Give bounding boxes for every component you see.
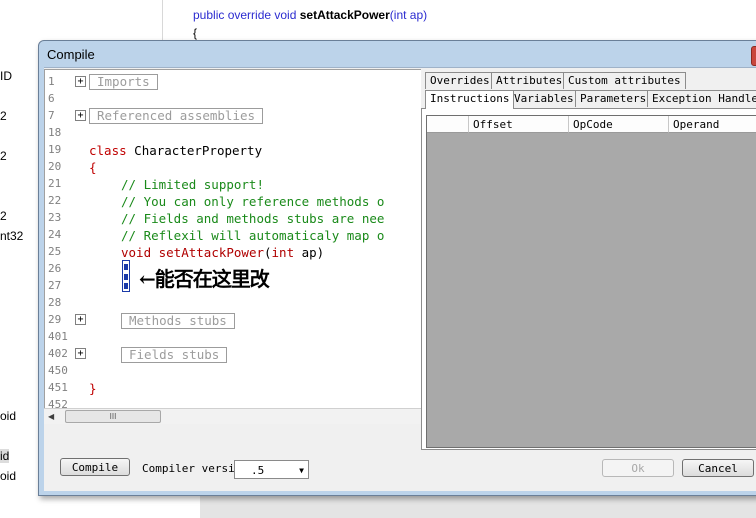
method-name: setAttackPower (151, 245, 264, 260)
chevron-down-icon: ▼ (299, 466, 304, 475)
grid-header-operand[interactable]: Operand (669, 116, 756, 133)
compiler-version-value: .5 (251, 464, 265, 477)
background-divider (162, 0, 163, 40)
bg-label: nt32 (0, 229, 24, 243)
background-member-list: ID 2 2 2 nt32 oid id oid (0, 0, 40, 518)
region-referenced-assemblies[interactable]: Referenced assemblies (89, 108, 264, 124)
region-imports[interactable]: Imports (89, 74, 158, 90)
dialog-title: Compile (47, 47, 95, 62)
text-selection-marker (122, 260, 130, 292)
line-number: 19 (48, 143, 62, 156)
line-number: 401 (48, 330, 68, 343)
grid-header-opcode[interactable]: OpCode (569, 116, 669, 133)
expand-icon[interactable]: + (75, 314, 86, 325)
bg-label: id (0, 449, 10, 463)
instructions-tab-body: Offset OpCode Operand (421, 108, 756, 450)
region-fields-stubs[interactable]: Fields stubs (121, 347, 228, 363)
open-brace: { (89, 160, 97, 175)
background-code-line: public override void setAttackPower(int … (193, 8, 427, 22)
compiler-version-select[interactable]: .5 ▼ (234, 460, 309, 479)
compile-button[interactable]: Compile (60, 458, 130, 476)
grid-header-selector[interactable] (427, 116, 469, 133)
comment-line: // Reflexil will automaticaly map o (121, 228, 385, 243)
line-number: 28 (48, 296, 62, 309)
compile-dialog: Compile 1 6 7 18 19 20 21 22 23 24 25 26… (38, 40, 756, 496)
comment-line: // Limited support! (121, 177, 264, 192)
region-methods-stubs[interactable]: Methods stubs (121, 313, 235, 329)
line-number: 18 (48, 126, 62, 139)
tab-parameters[interactable]: Parameters (575, 90, 652, 107)
method-signature: void setAttackPower(int ap) (121, 245, 324, 260)
bg-label: 2 (0, 109, 7, 123)
dialog-client-area: 1 6 7 18 19 20 21 22 23 24 25 26 27 28 2… (44, 67, 756, 491)
tab-custom-attributes[interactable]: Custom attributes (563, 72, 686, 89)
line-number: 22 (48, 194, 62, 207)
comment-line: // Fields and methods stubs are nee (121, 211, 385, 226)
expand-icon[interactable]: + (75, 348, 86, 359)
close-button[interactable] (751, 46, 756, 66)
line-number: 23 (48, 211, 62, 224)
bg-code-method: setAttackPower (299, 8, 390, 22)
line-number: 21 (48, 177, 62, 190)
horizontal-scroll-thumb[interactable]: III (65, 410, 161, 423)
bg-label: 2 (0, 149, 7, 163)
inspector-panel: Overrides Attributes Custom attributes I… (421, 69, 756, 450)
line-number: 450 (48, 364, 68, 377)
line-number: 451 (48, 381, 68, 394)
class-name: CharacterProperty (126, 143, 263, 158)
void-keyword: void (121, 245, 152, 260)
expand-icon[interactable]: + (75, 76, 86, 87)
class-keyword: class (89, 143, 127, 158)
ok-button[interactable]: Ok (602, 459, 674, 477)
line-number: 29 (48, 313, 62, 326)
line-number: 1 (48, 75, 55, 88)
tab-variables[interactable]: Variables (509, 90, 579, 107)
close-brace: } (89, 381, 97, 396)
code-editor[interactable]: 1 6 7 18 19 20 21 22 23 24 25 26 27 28 2… (44, 69, 442, 410)
bg-code-args: (int ap) (389, 8, 428, 22)
bg-label: oid (0, 469, 17, 483)
line-number: 20 (48, 160, 62, 173)
dialog-titlebar[interactable]: Compile (39, 41, 756, 67)
class-declaration: class CharacterProperty (89, 143, 262, 158)
instructions-grid[interactable]: Offset OpCode Operand (426, 115, 756, 448)
bg-label: ID (0, 69, 12, 83)
int-keyword: int (271, 245, 295, 260)
bg-label: 2 (0, 209, 7, 223)
tab-attributes[interactable]: Attributes (491, 72, 568, 89)
comment-line: // You can only reference methods o (121, 194, 385, 209)
line-number: 6 (48, 92, 55, 105)
handwritten-annotation: ←能否在这里改 (139, 267, 270, 291)
method-paren: ( (264, 245, 272, 260)
line-number: 25 (48, 245, 62, 258)
bg-code-keywords: public override void (193, 8, 300, 22)
line-number: 7 (48, 109, 55, 122)
bg-label: oid (0, 409, 17, 423)
method-params: ap) (294, 245, 325, 260)
tab-overrides[interactable]: Overrides (425, 72, 495, 89)
background-code-brace: { (193, 26, 198, 40)
line-number: 402 (48, 347, 68, 360)
grid-header-offset[interactable]: Offset (469, 116, 569, 133)
scroll-left-icon[interactable]: ◀ (48, 412, 54, 421)
cancel-button[interactable]: Cancel (682, 459, 754, 477)
line-number: 26 (48, 262, 62, 275)
tab-instructions[interactable]: Instructions (425, 90, 515, 109)
line-number: 27 (48, 279, 62, 292)
line-number: 24 (48, 228, 62, 241)
tab-exception-handlers[interactable]: Exception Handlers (647, 90, 756, 107)
expand-icon[interactable]: + (75, 110, 86, 121)
